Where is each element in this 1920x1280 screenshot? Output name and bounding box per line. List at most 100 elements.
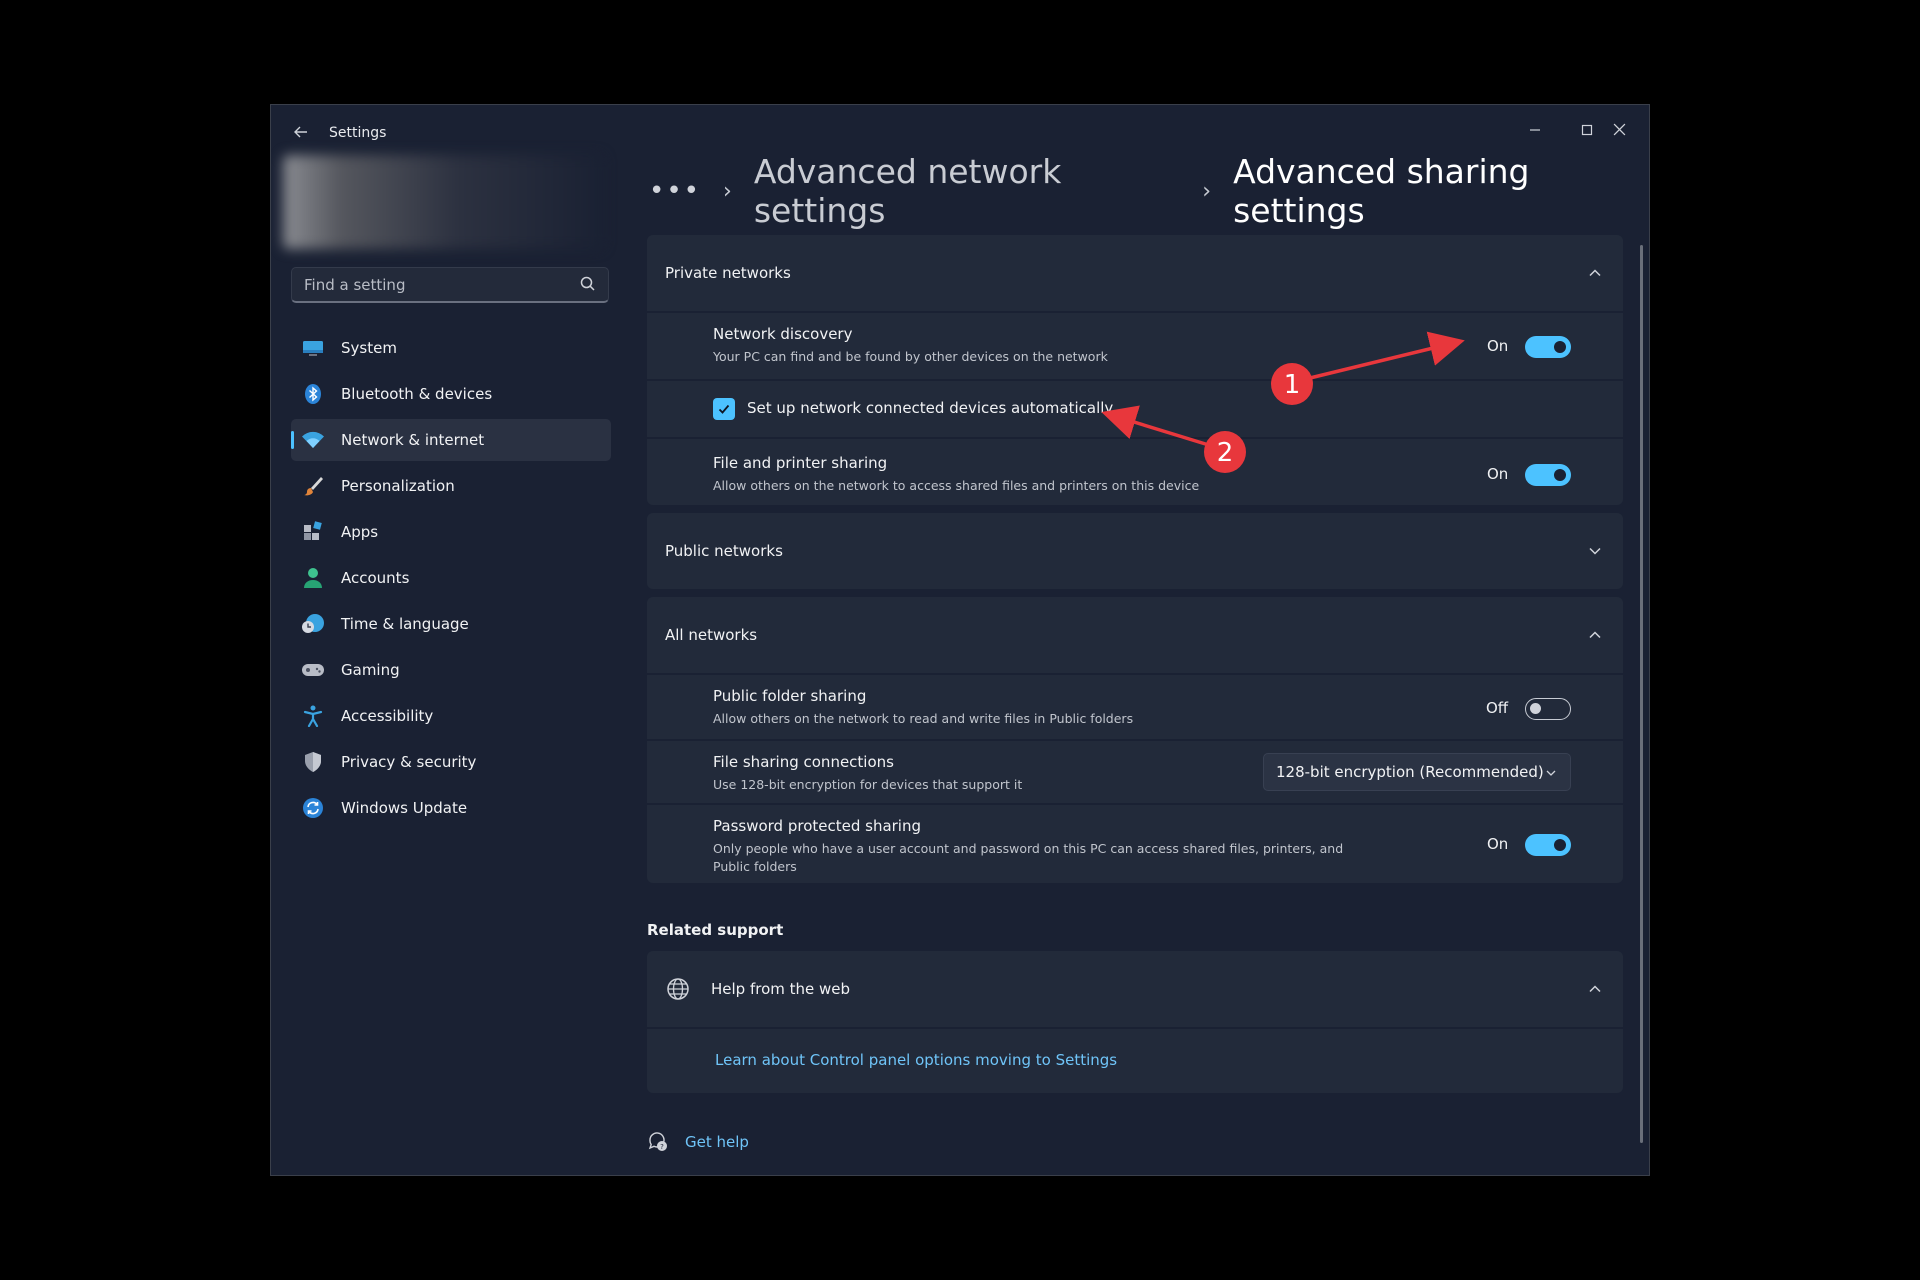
sidebar-item-time-language[interactable]: Time & language — [291, 603, 611, 645]
chevron-right-icon: › — [723, 178, 732, 204]
sidebar-item-label: Windows Update — [341, 799, 468, 817]
row-description: Your PC can find and be found by other d… — [713, 349, 1108, 364]
brush-icon — [301, 474, 325, 498]
section-title: Private networks — [665, 264, 791, 282]
sidebar-item-accessibility[interactable]: Accessibility — [291, 695, 611, 737]
public-networks-section: Public networks — [647, 513, 1623, 589]
sidebar-item-windows-update[interactable]: Windows Update — [291, 787, 611, 829]
wifi-icon — [301, 428, 325, 452]
breadcrumb-advanced-network-settings[interactable]: Advanced network settings — [754, 152, 1180, 230]
public-networks-header[interactable]: Public networks — [647, 513, 1623, 589]
bluetooth-icon — [301, 382, 325, 406]
checkbox-label[interactable]: Set up network connected devices automat… — [747, 399, 1113, 417]
sidebar-item-privacy-security[interactable]: Privacy & security — [291, 741, 611, 783]
row-title: Password protected sharing — [713, 817, 922, 835]
sidebar-item-network-internet[interactable]: Network & internet — [291, 419, 611, 461]
dropdown-selected-value: 128-bit encryption (Recommended) — [1276, 763, 1544, 781]
section-title: Help from the web — [711, 980, 851, 998]
encryption-dropdown[interactable]: 128-bit encryption (Recommended) — [1263, 753, 1571, 791]
sidebar-item-label: Gaming — [341, 661, 400, 679]
chevron-right-icon: › — [1202, 178, 1212, 204]
apps-icon — [301, 520, 325, 544]
toggle-state-label: Off — [1486, 699, 1509, 717]
row-description: Allow others on the network to read and … — [713, 711, 1134, 726]
password-protected-sharing-row: Password protected sharing Only people w… — [647, 803, 1623, 885]
row-description-continued: Public folders — [713, 859, 797, 874]
all-networks-header[interactable]: All networks — [647, 597, 1623, 673]
row-description: Use 128-bit encryption for devices that … — [713, 777, 1023, 792]
close-button[interactable] — [1587, 115, 1649, 147]
all-networks-section: All networks Public folder sharing Allow… — [647, 597, 1623, 883]
sidebar-item-bluetooth-devices[interactable]: Bluetooth & devices — [291, 373, 611, 415]
help-chat-icon: ? — [648, 1132, 667, 1151]
search-icon[interactable] — [578, 274, 598, 294]
section-title: All networks — [665, 626, 758, 644]
get-help-label[interactable]: Get help — [685, 1133, 749, 1151]
sidebar-item-personalization[interactable]: Personalization — [291, 465, 611, 507]
get-help-link-row[interactable]: ? Get help — [647, 1131, 749, 1153]
related-support-heading: Related support — [647, 921, 784, 939]
control-panel-link[interactable]: Learn about Control panel options moving… — [715, 1051, 1117, 1069]
app-title: Settings — [329, 125, 387, 141]
sidebar-item-label: Accessibility — [341, 707, 434, 725]
update-icon — [301, 796, 325, 820]
row-description: Only people who have a user account and … — [713, 841, 1344, 856]
sidebar-item-label: Bluetooth & devices — [341, 385, 493, 403]
sidebar-item-label: Personalization — [341, 477, 455, 495]
row-title: File and printer sharing — [713, 454, 888, 472]
chevron-down-icon[interactable] — [1585, 541, 1605, 561]
clock-globe-icon — [301, 612, 325, 636]
sidebar-item-label: Accounts — [341, 569, 410, 587]
minimize-icon — [1530, 129, 1540, 131]
toggle-state-label: On — [1487, 835, 1509, 853]
auto-setup-checkbox[interactable] — [713, 398, 735, 420]
shield-icon — [301, 750, 325, 774]
private-networks-section: Private networks Network discovery Your … — [647, 235, 1623, 505]
toggle-state-label: On — [1487, 337, 1509, 355]
toggle-state-label: On — [1487, 465, 1509, 483]
network-discovery-toggle[interactable] — [1525, 336, 1571, 358]
checkmark-icon — [718, 404, 730, 414]
sidebar-item-label: Network & internet — [341, 431, 485, 449]
settings-window: Settings System Bluetooth & devices Netw… — [270, 104, 1650, 1176]
sidebar-item-label: Privacy & security — [341, 753, 477, 771]
help-link-row: Learn about Control panel options moving… — [647, 1027, 1623, 1093]
sidebar-nav: System Bluetooth & devices Network & int… — [291, 327, 611, 833]
back-arrow-icon — [294, 126, 307, 138]
chevron-up-icon[interactable] — [1585, 263, 1605, 283]
sidebar-item-label: Apps — [341, 523, 379, 541]
search-input[interactable] — [292, 268, 576, 302]
private-networks-header[interactable]: Private networks — [647, 235, 1623, 311]
breadcrumb: ••• › Advanced network settings › Advanc… — [649, 152, 1649, 230]
public-folder-sharing-toggle[interactable] — [1525, 698, 1571, 720]
file-printer-sharing-row: File and printer sharing Allow others on… — [647, 437, 1623, 505]
chevron-up-icon[interactable] — [1585, 979, 1605, 999]
password-protected-sharing-toggle[interactable] — [1525, 834, 1571, 856]
auto-setup-row: Set up network connected devices automat… — [647, 379, 1623, 437]
help-from-web-section: Help from the web Learn about Control pa… — [647, 951, 1623, 1093]
globe-icon — [667, 978, 689, 1000]
accessibility-icon — [301, 704, 325, 728]
scrollbar[interactable] — [1640, 245, 1643, 1143]
back-button[interactable] — [289, 123, 313, 147]
row-title: Network discovery — [713, 325, 853, 343]
search-box[interactable] — [291, 267, 609, 303]
user-profile-blurred[interactable] — [283, 155, 603, 249]
page-title: Advanced sharing settings — [1233, 152, 1530, 230]
system-icon — [301, 336, 325, 360]
file-printer-sharing-toggle[interactable] — [1525, 464, 1571, 486]
gamepad-icon — [301, 658, 325, 682]
sidebar-item-system[interactable]: System — [291, 327, 611, 369]
close-icon — [1613, 123, 1625, 136]
file-sharing-connections-row: File sharing connections Use 128-bit enc… — [647, 739, 1623, 803]
sidebar-item-apps[interactable]: Apps — [291, 511, 611, 553]
help-from-web-header[interactable]: Help from the web — [647, 951, 1623, 1027]
sidebar-item-gaming[interactable]: Gaming — [291, 649, 611, 691]
breadcrumb-more-button[interactable]: ••• — [649, 176, 701, 206]
sidebar-item-accounts[interactable]: Accounts — [291, 557, 611, 599]
chevron-up-icon[interactable] — [1585, 625, 1605, 645]
row-title: Public folder sharing — [713, 687, 867, 705]
public-folder-sharing-row: Public folder sharing Allow others on th… — [647, 673, 1623, 739]
svg-text:?: ? — [660, 1143, 664, 1151]
minimize-button[interactable] — [1509, 115, 1561, 147]
